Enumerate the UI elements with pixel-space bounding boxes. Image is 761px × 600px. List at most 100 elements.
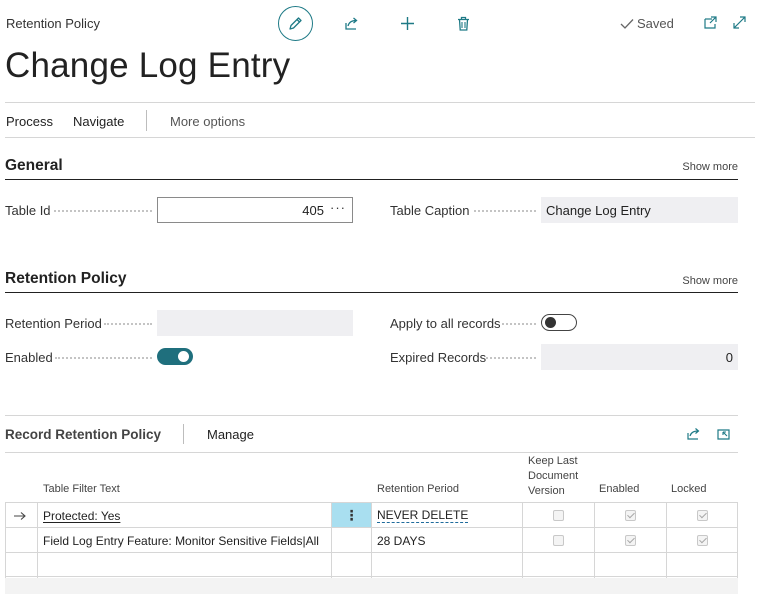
enabled-checkbox[interactable] <box>625 535 636 546</box>
grid-left-border <box>5 503 6 528</box>
retention-period-cell[interactable]: 28 DAYS <box>377 528 522 553</box>
share-button[interactable] <box>340 12 362 34</box>
keep-last-checkbox[interactable] <box>553 535 564 546</box>
column-header-retention-period[interactable]: Retention Period <box>377 482 459 497</box>
table-caption-label: Table Caption <box>390 203 470 218</box>
enabled-checkbox[interactable] <box>625 510 636 521</box>
enabled-dots <box>55 357 152 359</box>
keep-last-line-3: Version <box>528 485 565 497</box>
keep-last-checkbox-cell[interactable] <box>523 528 594 553</box>
saved-label: Saved <box>637 16 674 31</box>
table-filter-text-value: Field Log Entry Feature: Monitor Sensiti… <box>43 533 319 548</box>
grid-col-divider <box>371 553 372 578</box>
general-section-title[interactable]: General <box>5 157 63 175</box>
table-filter-text-cell[interactable]: Protected: Yes <box>43 503 333 528</box>
retention-show-more[interactable]: Show more <box>682 275 738 287</box>
grid-col-divider <box>331 528 332 553</box>
retention-section-divider <box>5 292 738 293</box>
open-new-window-icon <box>703 15 717 29</box>
grid-col-divider <box>522 553 523 578</box>
apply-all-records-toggle[interactable] <box>541 314 577 331</box>
locked-checkbox[interactable] <box>696 510 708 521</box>
keep-last-line-1: Keep Last <box>528 455 578 467</box>
table-row-empty[interactable] <box>5 552 738 578</box>
column-header-table-filter-text[interactable]: Table Filter Text <box>43 482 120 497</box>
general-show-more[interactable]: Show more <box>682 161 738 173</box>
expired-records-value: 0 <box>725 350 733 365</box>
keep-last-line-2: Document <box>528 470 579 482</box>
retention-period-cell[interactable]: NEVER DELETE <box>377 503 522 528</box>
enabled-toggle[interactable] <box>157 348 193 365</box>
table-id-field[interactable]: 405 ··· <box>157 197 353 223</box>
table-row[interactable]: Protected: Yes ⋮ NEVER DELETE <box>5 502 738 528</box>
row-indicator[interactable] <box>13 503 37 528</box>
new-button[interactable] <box>396 12 418 34</box>
grid-col-divider <box>37 503 38 528</box>
check-icon <box>620 18 634 29</box>
grid-left-border <box>5 553 6 578</box>
table-id-label: Table Id <box>5 203 51 218</box>
column-header-keep-last-document-version[interactable]: Keep Last Document Version <box>528 454 578 499</box>
apply-all-records-dots <box>502 323 536 325</box>
expand-button[interactable] <box>730 13 748 31</box>
table-filter-text-link[interactable]: Protected: Yes <box>43 509 120 523</box>
table-id-value: 405 <box>302 203 324 218</box>
collapse-icon[interactable] <box>716 426 731 441</box>
add-icon <box>400 16 414 30</box>
grid-right-border <box>737 503 738 528</box>
toggle-knob <box>178 351 189 362</box>
grid-header: Table Filter Text Retention Period Keep … <box>5 452 738 503</box>
locked-checkbox[interactable] <box>696 535 708 546</box>
grid-col-divider <box>594 553 595 578</box>
process-menu[interactable]: Process <box>6 114 53 129</box>
share-icon <box>344 17 358 30</box>
enabled-checkbox-cell[interactable] <box>595 503 666 528</box>
more-options-menu[interactable]: More options <box>170 114 245 129</box>
edit-button[interactable] <box>278 6 313 41</box>
expired-records-field[interactable]: 0 <box>541 344 738 370</box>
subpage-divider <box>183 424 184 444</box>
record-retention-policy-header: Record Retention Policy Manage <box>5 415 738 453</box>
delete-button[interactable] <box>452 12 474 34</box>
retention-period-field[interactable] <box>157 310 353 336</box>
enabled-checkbox-cell[interactable] <box>595 528 666 553</box>
keep-last-checkbox[interactable] <box>553 510 564 521</box>
table-caption-dots <box>474 210 536 212</box>
table-filter-text-cell[interactable]: Field Log Entry Feature: Monitor Sensiti… <box>43 528 331 553</box>
grid-col-divider <box>666 553 667 578</box>
record-retention-policy-title[interactable]: Record Retention Policy <box>5 427 161 442</box>
retention-period-value[interactable]: NEVER DELETE <box>377 508 469 523</box>
open-new-window-button[interactable] <box>701 13 719 31</box>
grid-footer <box>5 578 738 594</box>
arrow-right-icon <box>14 511 26 520</box>
grid-left-border <box>5 528 6 553</box>
breadcrumb[interactable]: Retention Policy <box>6 16 100 31</box>
grid-right-border <box>737 553 738 578</box>
toggle-knob <box>545 316 556 328</box>
enabled-label: Enabled <box>5 350 53 365</box>
delete-icon <box>457 16 469 31</box>
grid-col-divider <box>371 528 372 553</box>
table-caption-field[interactable]: Change Log Entry <box>541 197 738 223</box>
retention-period-dots <box>104 323 152 325</box>
table-id-dots <box>54 210 152 212</box>
table-row[interactable]: Field Log Entry Feature: Monitor Sensiti… <box>5 527 738 553</box>
lookup-ellipsis-icon[interactable]: ··· <box>330 200 346 215</box>
apply-all-records-label: Apply to all records <box>390 316 501 331</box>
row-actions-ellipsis-icon[interactable]: ⋮ <box>332 503 371 528</box>
keep-last-checkbox-cell[interactable] <box>523 503 594 528</box>
action-bar: Process Navigate More options <box>5 102 755 138</box>
share-icon[interactable] <box>686 426 701 441</box>
locked-checkbox-cell[interactable] <box>667 528 737 553</box>
saved-status: Saved <box>620 16 674 31</box>
edit-icon <box>289 17 302 30</box>
column-header-enabled[interactable]: Enabled <box>599 482 639 497</box>
expired-records-label: Expired Records <box>390 350 487 365</box>
action-divider <box>146 110 147 131</box>
grid-col-divider <box>331 553 332 578</box>
locked-checkbox-cell[interactable] <box>667 503 737 528</box>
column-header-locked[interactable]: Locked <box>671 482 706 497</box>
retention-section-title[interactable]: Retention Policy <box>5 270 126 288</box>
navigate-menu[interactable]: Navigate <box>73 114 124 129</box>
manage-menu[interactable]: Manage <box>207 427 254 442</box>
